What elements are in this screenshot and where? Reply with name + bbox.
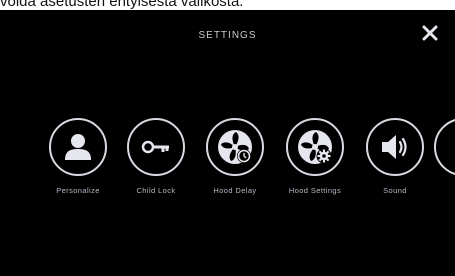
menu-item-next-partial[interactable] bbox=[434, 118, 455, 176]
fan-clock-icon bbox=[218, 130, 252, 164]
menu-item-label: Hood Settings bbox=[288, 186, 342, 195]
close-icon bbox=[422, 25, 438, 41]
hood-delay-circle bbox=[206, 118, 264, 176]
key-icon bbox=[141, 140, 169, 154]
hood-settings-circle bbox=[286, 118, 344, 176]
settings-screen: SETTINGS Personalize Child Lock Hood Del… bbox=[0, 10, 455, 276]
close-button[interactable] bbox=[421, 24, 439, 42]
menu-item-child-lock[interactable]: Child Lock bbox=[116, 118, 196, 195]
menu-item-personalize[interactable]: Personalize bbox=[38, 118, 118, 195]
caption-text: voida asetusten erityisestä valikosta. bbox=[0, 0, 244, 10]
settings-menu: Personalize Child Lock Hood Delay Hood S… bbox=[38, 118, 455, 218]
next-item-circle bbox=[434, 118, 455, 176]
menu-item-hood-settings[interactable]: Hood Settings bbox=[275, 118, 355, 195]
menu-item-label: Child Lock bbox=[136, 186, 176, 195]
person-icon bbox=[65, 134, 91, 160]
menu-item-label: Sound bbox=[383, 186, 407, 195]
menu-item-hood-delay[interactable]: Hood Delay bbox=[195, 118, 275, 195]
page-title: SETTINGS bbox=[198, 30, 257, 41]
menu-item-label: Hood Delay bbox=[213, 186, 257, 195]
menu-item-label: Personalize bbox=[56, 186, 100, 195]
child-lock-circle bbox=[127, 118, 185, 176]
speaker-icon bbox=[382, 135, 407, 159]
menu-item-sound[interactable]: Sound bbox=[355, 118, 435, 195]
personalize-circle bbox=[49, 118, 107, 176]
sound-circle bbox=[366, 118, 424, 176]
fan-gear-icon bbox=[298, 130, 332, 164]
